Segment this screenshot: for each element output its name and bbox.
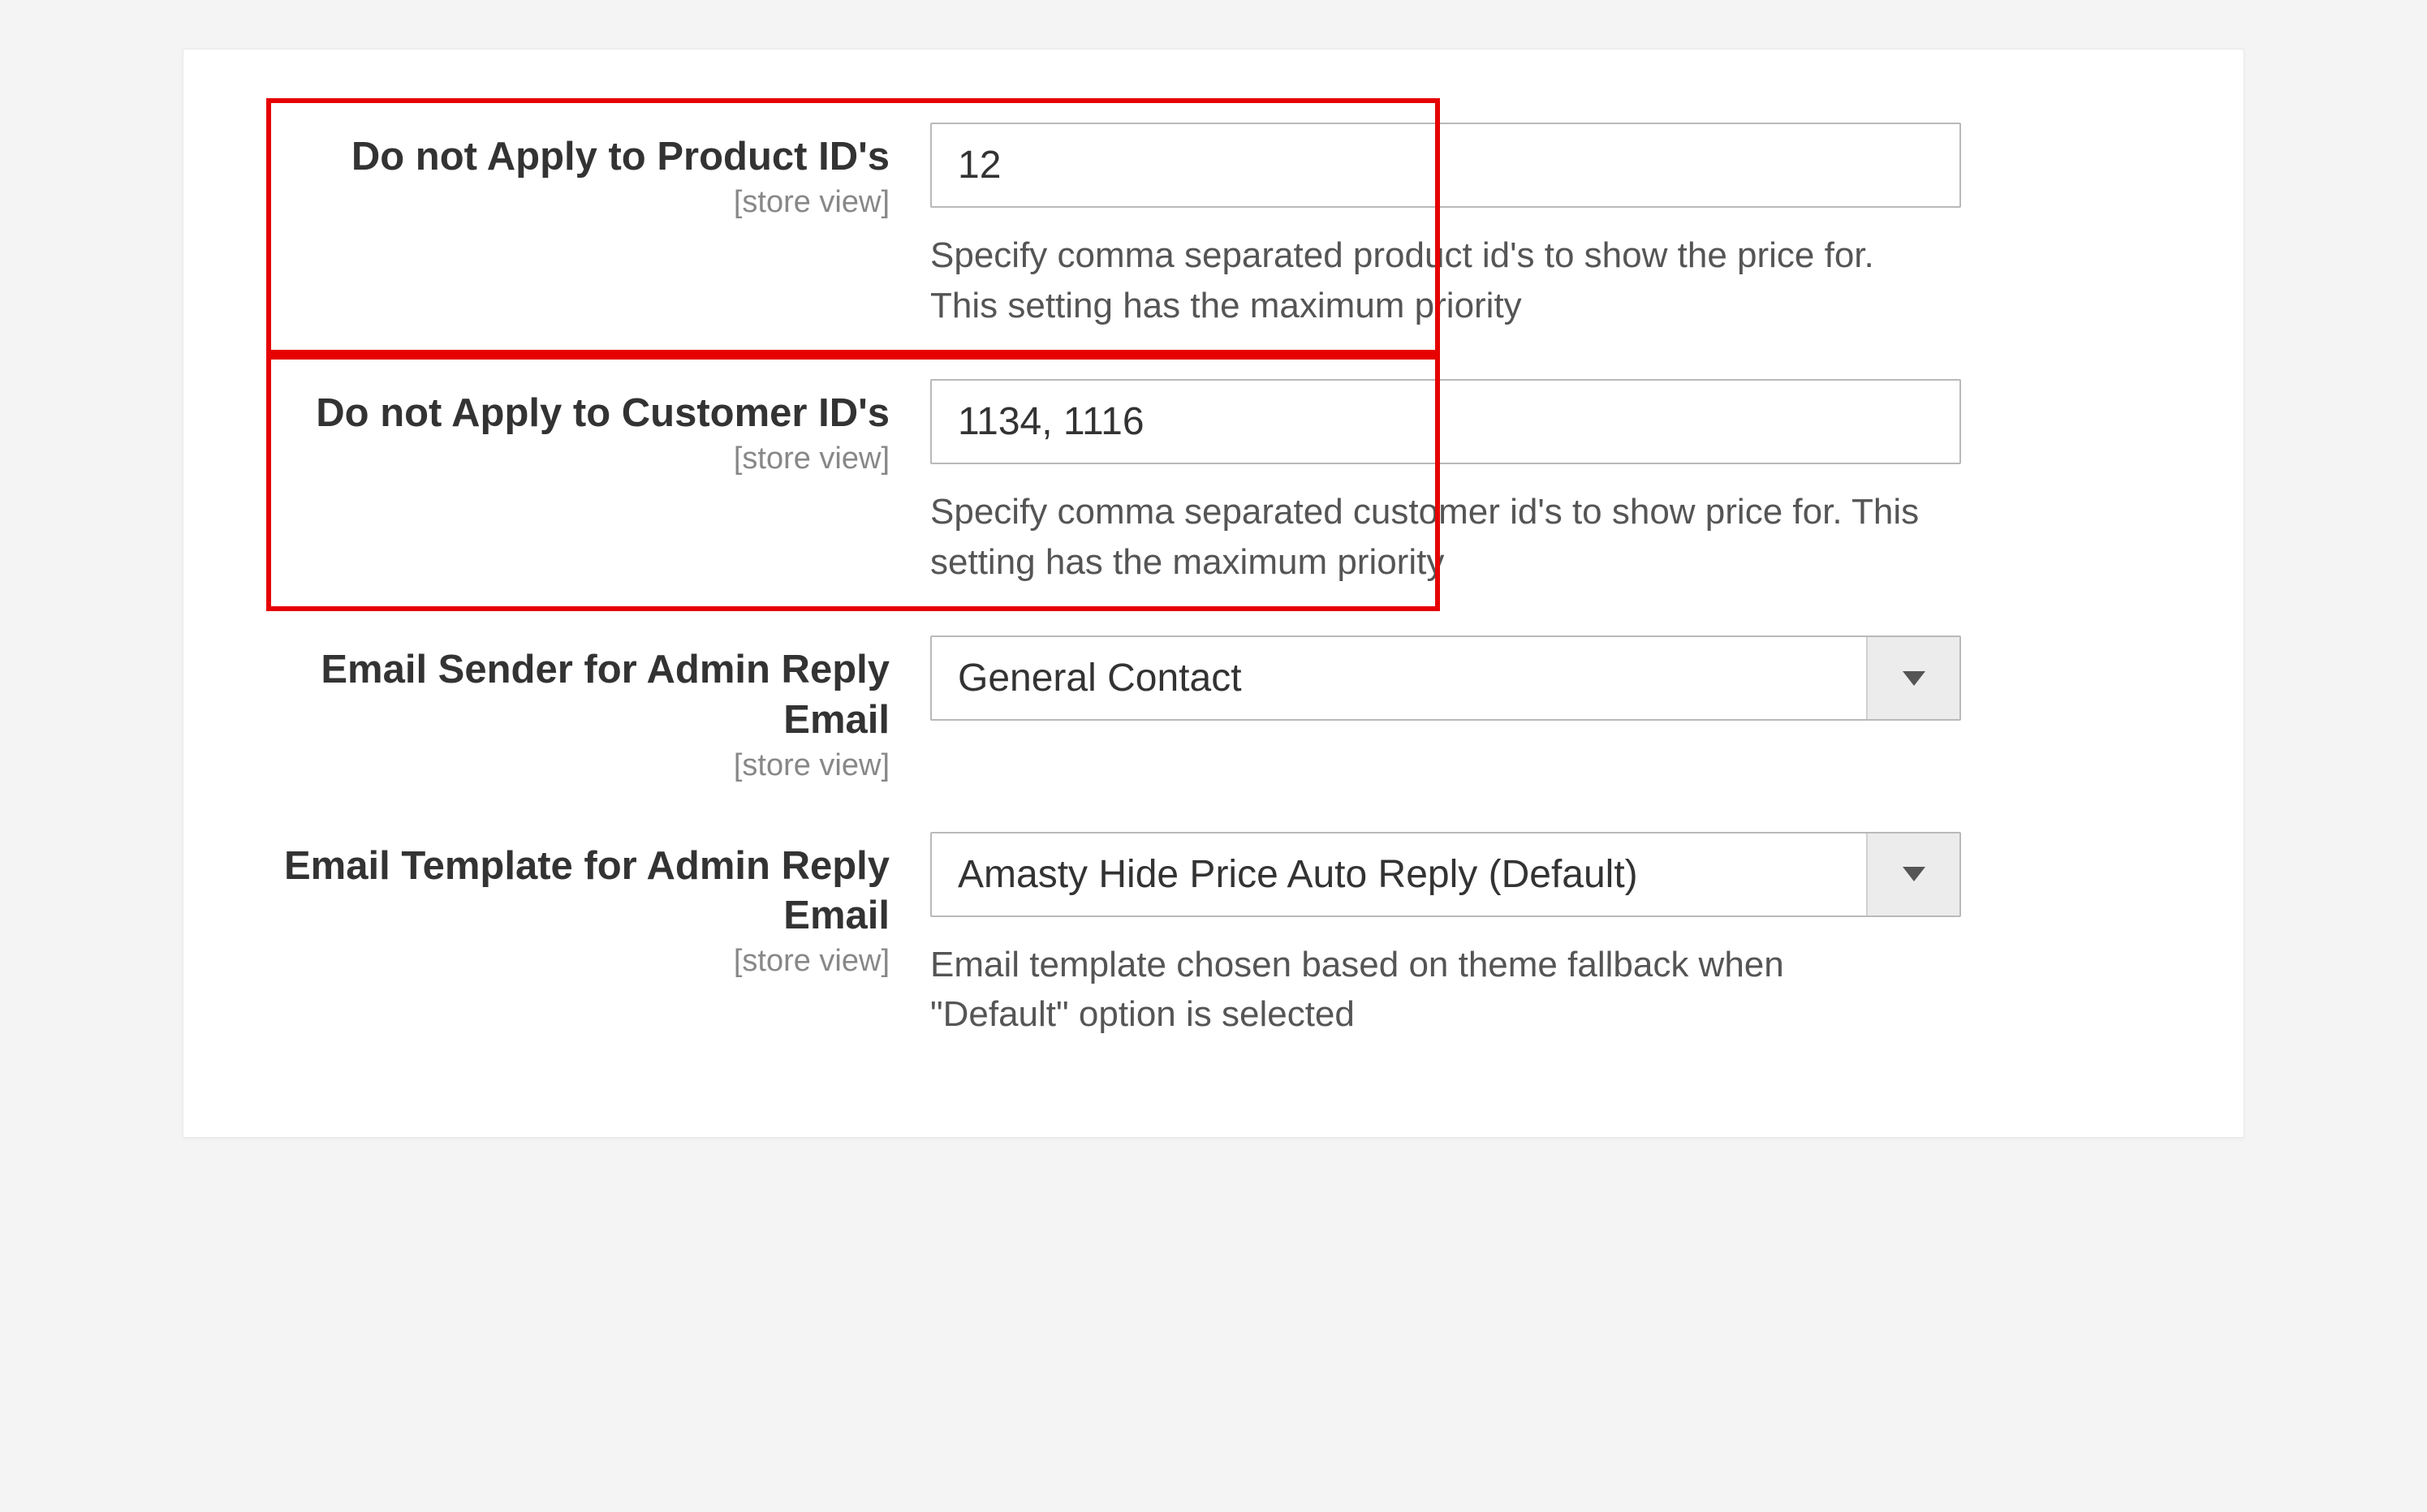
label-col: Email Template for Admin Reply Email [st… — [281, 832, 930, 980]
email-template-select-wrap: Amasty Hide Price Auto Reply (Default) — [930, 832, 1961, 917]
product-ids-input[interactable] — [930, 123, 1961, 208]
scope-customer-ids: [store view] — [281, 442, 890, 476]
control-col: Specify comma separated customer id's to… — [930, 379, 1985, 587]
label-col: Email Sender for Admin Reply Email [stor… — [281, 635, 930, 783]
scope-email-template: [store view] — [281, 944, 890, 979]
label-email-sender: Email Sender for Admin Reply Email — [281, 645, 890, 745]
scope-email-sender: [store view] — [281, 748, 890, 783]
customer-ids-input[interactable] — [930, 379, 1961, 464]
control-col: General Contact — [930, 635, 1985, 721]
field-email-template: Email Template for Admin Reply Email [st… — [281, 832, 2146, 1040]
label-email-template: Email Template for Admin Reply Email — [281, 842, 890, 941]
email-sender-select[interactable]: General Contact — [930, 635, 1961, 721]
label-customer-ids: Do not Apply to Customer ID's — [281, 389, 890, 438]
label-col: Do not Apply to Customer ID's [store vie… — [281, 379, 930, 476]
email-template-note: Email template chosen based on theme fal… — [930, 940, 1856, 1040]
scope-product-ids: [store view] — [281, 185, 890, 220]
product-ids-note: Specify comma separated product id's to … — [930, 230, 1920, 330]
customer-ids-note: Specify comma separated customer id's to… — [930, 487, 1920, 587]
label-product-ids: Do not Apply to Product ID's — [281, 132, 890, 182]
field-customer-ids: Do not Apply to Customer ID's [store vie… — [281, 379, 2146, 587]
field-product-ids: Do not Apply to Product ID's [store view… — [281, 123, 2146, 330]
config-panel: Do not Apply to Product ID's [store view… — [183, 49, 2244, 1138]
control-col: Specify comma separated product id's to … — [930, 123, 1985, 330]
control-col: Amasty Hide Price Auto Reply (Default) E… — [930, 832, 1985, 1040]
email-template-select[interactable]: Amasty Hide Price Auto Reply (Default) — [930, 832, 1961, 917]
label-col: Do not Apply to Product ID's [store view… — [281, 123, 930, 220]
email-sender-select-wrap: General Contact — [930, 635, 1961, 721]
field-email-sender: Email Sender for Admin Reply Email [stor… — [281, 635, 2146, 783]
